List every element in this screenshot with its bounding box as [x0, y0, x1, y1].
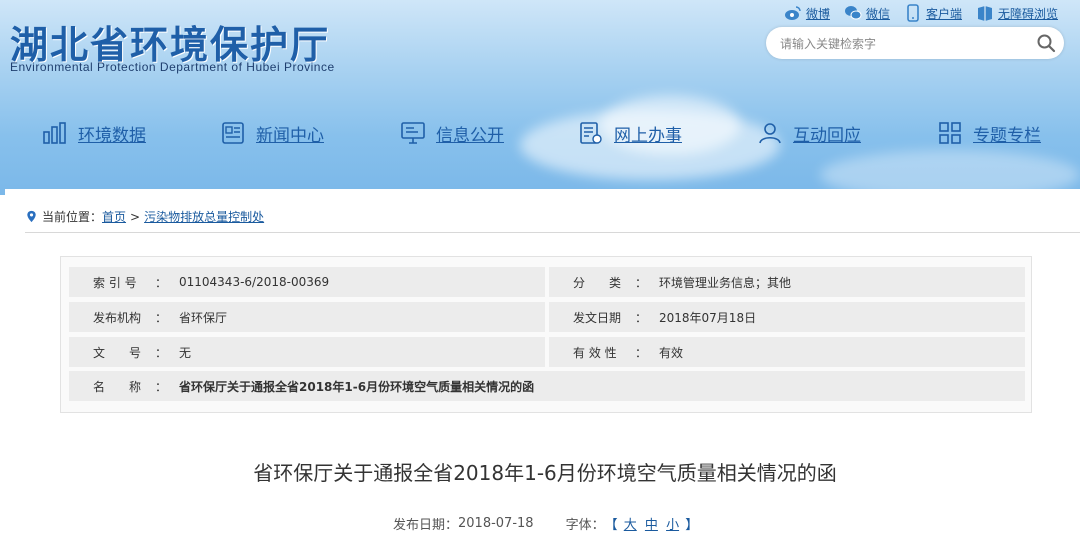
news-icon: [222, 122, 244, 144]
top-link-accessibility[interactable]: 无障碍浏览: [976, 4, 1058, 22]
meta-colon: ：: [155, 379, 168, 394]
top-link-client[interactable]: 客户端: [904, 4, 962, 22]
main-content: 当前位置： 首页 > 污染物排放总量控制处 索 引 号 ： 01104343-6…: [5, 189, 1080, 549]
article-title: 省环保厅关于通报全省2018年1-6月份环境空气质量相关情况的函: [253, 461, 837, 485]
font-bracket-open: 【: [604, 518, 618, 533]
search-input[interactable]: [778, 33, 1022, 55]
nav-item-news[interactable]: 新闻中心: [220, 120, 324, 146]
form-icon: [580, 122, 602, 144]
meta-colon: ：: [635, 345, 648, 360]
breadcrumb-separator: >: [130, 209, 141, 224]
nav-item-label: 互动回应: [793, 125, 861, 146]
publish-date: 2018-07-18: [458, 516, 534, 531]
meta-label: 文 号: [93, 345, 142, 360]
meta-value: 01104343-6/2018-00369: [179, 275, 330, 289]
publish-date-label: 发布日期：: [393, 518, 459, 533]
top-link-wechat[interactable]: 微信: [844, 4, 890, 22]
grid-icon: [939, 122, 961, 144]
meta-value: 省环保厅: [179, 310, 228, 325]
weibo-icon: [784, 6, 801, 20]
meta-label: 发文日期: [573, 310, 622, 325]
site-logo-subtitle: Environmental Protection Department of H…: [10, 60, 335, 74]
monitor-icon: [401, 122, 425, 144]
meta-doc-number: 文 号 ： 无: [69, 337, 545, 367]
nav-item-info-public[interactable]: 信息公开: [400, 120, 504, 146]
meta-label: 发布机构: [93, 310, 142, 325]
meta-value: 有效: [659, 345, 684, 360]
article-meta: 发布日期： 2018-07-18 字体： 【 大 中 小 】: [393, 514, 698, 533]
top-link-label: 微信: [865, 6, 890, 21]
font-small-link[interactable]: 小: [666, 518, 679, 533]
breadcrumb-prefix: 当前位置：: [42, 210, 103, 224]
breadcrumb-divider: [25, 232, 1080, 233]
top-link-label: 客户端: [925, 6, 962, 21]
main-nav: 环境数据 新闻中心 信息公开 网上办事 互动回应 专题专栏: [0, 110, 1080, 156]
nav-item-label: 网上办事: [614, 125, 682, 146]
accessibility-icon: [977, 6, 992, 21]
location-pin-icon: [27, 210, 36, 223]
search-box: [766, 27, 1064, 59]
breadcrumb-home-link[interactable]: 首页: [102, 208, 126, 225]
meta-colon: ：: [155, 345, 168, 360]
meta-publisher: 发布机构 ： 省环保厅: [69, 302, 545, 332]
top-link-label: 无障碍浏览: [997, 6, 1058, 21]
meta-validity: 有 效 性 ： 有效: [549, 337, 1025, 367]
meta-index: 索 引 号 ： 01104343-6/2018-00369: [69, 267, 545, 297]
meta-value: 无: [179, 345, 192, 360]
meta-label: 名 称: [93, 379, 142, 394]
meta-value: 省环保厅关于通报全省2018年1-6月份环境空气质量相关情况的函: [179, 379, 535, 394]
font-size-label: 字体：: [565, 518, 605, 533]
meta-colon: ：: [635, 310, 648, 325]
top-links: 微博 微信 客户端 无障碍浏览: [784, 4, 1058, 22]
meta-label: 索 引 号: [93, 275, 137, 290]
nav-item-special-topics[interactable]: 专题专栏: [937, 120, 1041, 146]
bar-chart-icon: [43, 122, 66, 144]
top-link-weibo[interactable]: 微博: [784, 4, 830, 22]
nav-item-label: 信息公开: [436, 125, 504, 146]
meta-issue-date: 发文日期 ： 2018年07月18日: [549, 302, 1025, 332]
meta-name: 名 称 ： 省环保厅关于通报全省2018年1-6月份环境空气质量相关情况的函: [69, 371, 1025, 401]
meta-colon: ：: [155, 275, 168, 290]
meta-value: 环境管理业务信息；其他: [659, 275, 792, 290]
meta-colon: ：: [635, 275, 648, 290]
meta-label: 有 效 性: [573, 345, 617, 360]
user-icon: [759, 123, 781, 144]
nav-item-label: 专题专栏: [973, 125, 1041, 146]
meta-category: 分 类 ： 环境管理业务信息；其他: [549, 267, 1025, 297]
nav-item-env-data[interactable]: 环境数据: [42, 120, 146, 146]
nav-item-label: 环境数据: [78, 125, 146, 146]
nav-item-interaction[interactable]: 互动回应: [757, 120, 861, 146]
font-size-switcher: 【 大 中 小 】: [605, 514, 699, 533]
top-link-label: 微博: [805, 6, 830, 21]
breadcrumb: 当前位置： 首页 > 污染物排放总量控制处: [25, 208, 264, 225]
meta-value: 2018年07月18日: [659, 310, 757, 325]
nav-item-label: 新闻中心: [256, 125, 324, 146]
search-icon[interactable]: [1036, 33, 1056, 53]
font-bracket-close: 】: [685, 518, 699, 533]
meta-colon: ：: [155, 310, 168, 325]
font-medium-link[interactable]: 中: [645, 518, 658, 533]
document-meta-panel: 索 引 号 ： 01104343-6/2018-00369 分 类 ： 环境管理…: [60, 256, 1032, 413]
mobile-client-icon: [907, 4, 919, 22]
wechat-icon: [844, 6, 862, 20]
nav-item-online-service[interactable]: 网上办事: [578, 120, 682, 146]
meta-label: 分 类: [573, 275, 622, 290]
font-large-link[interactable]: 大: [624, 518, 637, 533]
header-banner: 湖北省环境保护厅 Environmental Protection Depart…: [0, 0, 1080, 195]
breadcrumb-current-link[interactable]: 污染物排放总量控制处: [144, 208, 264, 225]
